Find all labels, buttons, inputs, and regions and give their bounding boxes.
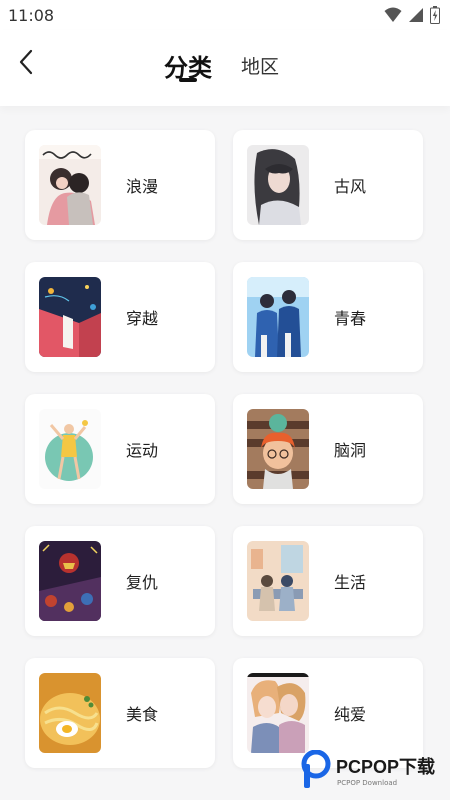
imagination-cover-image <box>247 409 309 489</box>
youth-cover-image <box>247 277 309 357</box>
watermark-subtext: PCPOP Download <box>337 779 398 787</box>
active-tab-indicator <box>179 78 197 82</box>
category-label: 脑洞 <box>334 441 367 460</box>
category-label: 生活 <box>334 573 367 592</box>
category-card-sports[interactable]: 运动 <box>25 394 215 504</box>
back-arrow-icon <box>19 49 33 75</box>
food-cover-image <box>39 673 101 753</box>
category-card-romance[interactable]: 浪漫 <box>25 130 215 240</box>
status-time: 11:08 <box>8 6 55 25</box>
category-label: 运动 <box>126 441 159 460</box>
category-card-food[interactable]: 美食 <box>25 658 215 768</box>
category-card-life[interactable]: 生活 <box>233 526 423 636</box>
category-card-time-travel[interactable]: 穿越 <box>25 262 215 372</box>
status-bar: 11:08 <box>0 0 450 30</box>
revenge-cover-image <box>39 541 101 621</box>
category-label: 浪漫 <box>126 177 159 196</box>
category-label: 穿越 <box>126 309 159 328</box>
category-card-ancient-style[interactable]: 古风 <box>233 130 423 240</box>
status-icons <box>384 6 440 24</box>
pcpop-watermark: PCPOP下载 PCPOP Download <box>300 748 442 792</box>
pure-love-cover-image <box>247 673 309 753</box>
pcpop-logo-icon <box>301 750 331 788</box>
ancient-style-cover-image <box>247 145 309 225</box>
category-grid: 浪漫 古风 穿越 青春 运动 脑洞 复仇 生活 美食 纯爱 <box>25 130 425 768</box>
category-card-revenge[interactable]: 复仇 <box>25 526 215 636</box>
category-label: 复仇 <box>126 573 159 592</box>
tab-region[interactable]: 地区 <box>241 52 279 79</box>
category-label: 纯爱 <box>334 705 367 724</box>
category-label: 古风 <box>334 177 367 196</box>
category-label: 青春 <box>334 309 367 328</box>
life-cover-image <box>247 541 309 621</box>
category-list[interactable]: 浪漫 古风 穿越 青春 运动 脑洞 复仇 生活 美食 纯爱 <box>0 108 450 800</box>
back-button[interactable] <box>12 48 40 76</box>
battery-icon <box>430 6 440 24</box>
cellular-signal-icon <box>409 8 423 22</box>
category-label: 美食 <box>126 705 159 724</box>
time-travel-cover-image <box>39 277 101 357</box>
header: 分类 地区 <box>0 30 450 106</box>
sports-cover-image <box>39 409 101 489</box>
romance-cover-image <box>39 145 101 225</box>
watermark-text: PCPOP下载 <box>336 757 436 777</box>
category-card-youth[interactable]: 青春 <box>233 262 423 372</box>
category-card-imagination[interactable]: 脑洞 <box>233 394 423 504</box>
wifi-icon <box>384 7 402 22</box>
